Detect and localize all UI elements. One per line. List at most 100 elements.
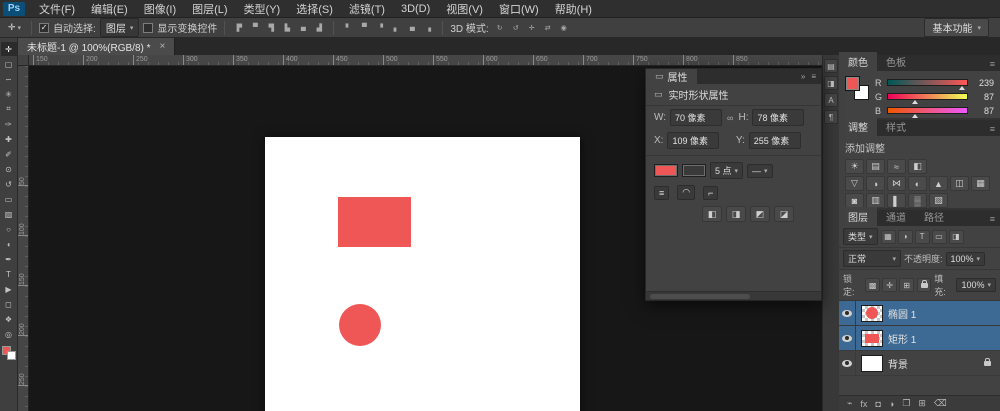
green-value[interactable]: 87 (972, 92, 994, 102)
height-field[interactable]: 78 像素 (752, 109, 804, 126)
slider-marker[interactable] (912, 100, 918, 104)
pathfinder-button[interactable]: ◧ (702, 206, 722, 222)
layers-action-icon[interactable]: fx (860, 399, 867, 409)
menu-item[interactable]: 类型(Y) (236, 1, 289, 17)
adjustment-icon[interactable]: ▽ (845, 176, 864, 191)
layers-action-icon[interactable]: ❐ (902, 398, 910, 409)
layer-filter-icon[interactable]: ▭ (932, 230, 947, 244)
visibility-toggle[interactable] (839, 326, 856, 350)
adjustment-icon[interactable]: ◧ (908, 159, 927, 174)
panel-menu-icon[interactable]: ≡ (990, 124, 1000, 136)
menu-item[interactable]: 编辑(E) (83, 1, 136, 17)
layer-row-background[interactable]: 背景 (839, 351, 1000, 376)
layer-name[interactable]: 椭圆 1 (888, 306, 916, 321)
lock-option-icon[interactable]: ✛ (882, 278, 897, 292)
horizontal-ruler[interactable]: 1502002503003504004505005506006507007508… (18, 55, 822, 66)
fill-color-swatch[interactable] (654, 164, 678, 177)
stroke-option-select[interactable]: ⌐ (703, 186, 718, 200)
layers-action-icon[interactable]: ◘ (875, 399, 880, 409)
adjustment-icon[interactable]: ▌ (887, 193, 906, 208)
blue-value[interactable]: 87 (972, 106, 994, 116)
adjustment-icon[interactable]: ▤ (866, 159, 885, 174)
distribute-icon[interactable]: ▝ (373, 21, 387, 34)
tool-button[interactable]: ✚ (1, 132, 17, 146)
pathfinder-button[interactable]: ◨ (726, 206, 746, 222)
tool-button[interactable]: ⊙ (1, 162, 17, 176)
adjustment-icon[interactable]: ▒ (908, 193, 927, 208)
tool-button[interactable]: ↺ (1, 177, 17, 191)
lock-option-icon[interactable]: ▩ (865, 278, 880, 292)
collapsed-panel-icon[interactable]: ▤ (824, 59, 838, 73)
tool-button[interactable]: ✑ (1, 117, 17, 131)
layer-row-ellipse[interactable]: 椭圆 1 (839, 301, 1000, 326)
layer-thumbnail[interactable] (861, 330, 883, 347)
tab-channels[interactable]: 通道 (877, 207, 915, 226)
menu-item[interactable]: 图像(I) (136, 1, 184, 17)
tool-button[interactable]: ✒ (1, 252, 17, 266)
mode-icon[interactable]: ↺ (509, 21, 523, 34)
filter-type-select[interactable]: 类型 ▾ (843, 228, 878, 245)
menu-item[interactable]: 视图(V) (438, 1, 491, 17)
adjustment-icon[interactable]: ⋈ (887, 176, 906, 191)
distribute-icon[interactable]: ▄ (405, 21, 419, 34)
collapse-panel-icon[interactable]: » (801, 72, 805, 81)
visibility-toggle[interactable] (839, 301, 856, 325)
layer-thumbnail[interactable] (861, 305, 883, 322)
tool-button[interactable]: ∽ (1, 72, 17, 86)
scrollbar-thumb[interactable] (650, 294, 750, 299)
menu-item[interactable]: 3D(D) (393, 3, 438, 15)
auto-select-checkbox[interactable]: ✓ (39, 23, 49, 33)
blend-mode-select[interactable]: 正常 ▾ (843, 250, 901, 267)
tool-preset-dropdown[interactable]: ✛ ▾ (5, 22, 24, 33)
foreground-color-swatch[interactable] (845, 76, 860, 91)
show-transform-checkbox[interactable] (143, 23, 153, 33)
collapsed-panel-icon[interactable]: ¶ (824, 110, 838, 124)
mode-icon[interactable]: ✛ (525, 21, 539, 34)
adjustment-icon[interactable]: ◫ (950, 176, 969, 191)
layer-filter-icon[interactable]: ◨ (949, 230, 964, 244)
adjustment-icon[interactable]: ▲ (929, 176, 948, 191)
layer-name[interactable]: 矩形 1 (888, 331, 916, 346)
green-slider[interactable] (887, 93, 968, 100)
tool-button[interactable]: ▨ (1, 207, 17, 221)
layer-filter-icon[interactable]: ◑ (898, 230, 913, 244)
mode-icon[interactable]: ◉ (557, 21, 571, 34)
x-field[interactable]: 109 像素 (667, 132, 719, 149)
red-slider[interactable] (887, 79, 968, 86)
tool-button[interactable]: ○ (1, 222, 17, 236)
adjustment-icon[interactable]: ▥ (866, 193, 885, 208)
fill-select[interactable]: 100% ▾ (956, 278, 996, 292)
collapsed-panel-icon[interactable]: ◨ (824, 76, 838, 90)
lock-all-icon[interactable] (917, 278, 931, 292)
layers-action-icon[interactable]: ⌁ (847, 398, 852, 409)
mode-icon[interactable]: ↻ (493, 21, 507, 34)
pathfinder-button[interactable]: ◪ (774, 206, 794, 222)
menu-item[interactable]: 窗口(W) (491, 1, 547, 17)
layers-action-icon[interactable]: ⌫ (934, 398, 947, 409)
tab-properties[interactable]: ▭ 属性 (646, 69, 697, 84)
menu-item[interactable]: 帮助(H) (547, 1, 600, 17)
tool-button[interactable]: ▶ (1, 282, 17, 296)
layers-action-icon[interactable]: ⊞ (918, 398, 926, 409)
tool-button[interactable]: ✐ (1, 147, 17, 161)
stroke-width-select[interactable]: 5 点 ▾ (710, 162, 743, 179)
stroke-option-select[interactable]: ◠ (677, 185, 695, 200)
distribute-icon[interactable]: ▀ (357, 21, 371, 34)
collapsed-panel-icon[interactable]: A (824, 93, 838, 107)
tool-button[interactable]: ◖ (1, 237, 17, 251)
auto-select-target-select[interactable]: 图层 ▾ (100, 18, 140, 37)
tool-button[interactable]: ⌗ (1, 102, 17, 116)
panel-menu-icon[interactable]: ≡ (990, 59, 1000, 71)
adjustment-icon[interactable]: ◐ (908, 176, 927, 191)
align-icon[interactable]: ▜ (264, 21, 278, 34)
tool-button[interactable]: ◎ (1, 327, 17, 341)
properties-panel-header[interactable]: ▭ 属性 » ≡ (646, 69, 821, 84)
tool-button[interactable]: T (1, 267, 17, 281)
blue-slider[interactable] (887, 107, 968, 114)
close-icon[interactable]: × (160, 41, 166, 52)
background-color-swatch[interactable] (7, 351, 16, 360)
opacity-select[interactable]: 100% ▾ (946, 252, 986, 266)
menu-item[interactable]: 图层(L) (184, 1, 235, 17)
layer-row-rectangle[interactable]: 矩形 1 (839, 326, 1000, 351)
panel-menu-icon[interactable]: ≡ (811, 72, 816, 81)
